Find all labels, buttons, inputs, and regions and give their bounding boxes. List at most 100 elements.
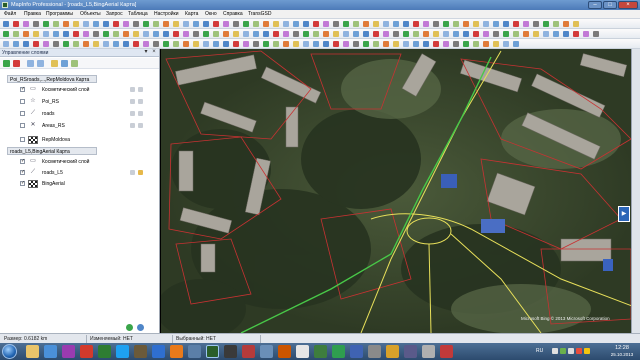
toolbar-tool-icon[interactable] [93,31,99,37]
help-icon[interactable] [137,324,144,331]
menu-edit[interactable]: Правка [24,11,41,17]
toolbar-tool-icon[interactable] [503,31,509,37]
toolbar-tool-icon[interactable] [563,21,569,27]
toolbar-tool-icon[interactable] [373,31,379,37]
editable-icon[interactable] [130,111,135,116]
toolbar-tool-icon[interactable] [333,41,339,47]
editable-icon[interactable] [130,123,135,128]
layer-row[interactable]: ⟋ roads_L5 [18,168,158,178]
toolbar-tool-icon[interactable] [83,41,89,47]
refresh-icon[interactable] [126,324,133,331]
layer-row[interactable]: ▭ Косметический слой [18,157,158,167]
toolbar-tool-icon[interactable] [513,21,519,27]
toolbar-tool-icon[interactable] [383,31,389,37]
toolbar-tool-icon[interactable] [123,21,129,27]
maximize-button[interactable]: □ [603,1,617,9]
toolbar-tool-icon[interactable] [383,41,389,47]
mapinfo-taskbar-icon[interactable] [206,345,219,358]
layer-row[interactable]: RepMoldova [18,135,158,145]
toolbar-tool-icon[interactable] [13,21,19,27]
toolbar-tool-icon[interactable] [33,31,39,37]
editable-icon[interactable] [130,87,135,92]
app-icon[interactable] [440,345,453,358]
toolbar-tool-icon[interactable] [393,21,399,27]
toolbar-tool-icon[interactable] [233,31,239,37]
toolbar-tool-icon[interactable] [193,31,199,37]
clock-date[interactable]: 25.10.2013 [606,352,638,357]
toolbar-tool-icon[interactable] [123,41,129,47]
tray-arrow-icon[interactable] [552,348,558,354]
toolbar-tool-icon[interactable] [353,21,359,27]
toolbar-tool-icon[interactable] [93,41,99,47]
menu-table[interactable]: Таблица [128,11,148,17]
toolbar-tool-icon[interactable] [493,31,499,37]
layer-visibility-checkbox[interactable] [20,123,25,128]
toolbar-tool-icon[interactable] [143,21,149,27]
toolbar-tool-icon[interactable] [133,41,139,47]
torrent-icon[interactable] [296,345,309,358]
media-icon[interactable] [62,345,75,358]
toolbar-tool-icon[interactable] [313,21,319,27]
editable-icon[interactable] [130,170,135,175]
toolbar-tool-icon[interactable] [53,31,59,37]
layer-visibility-checkbox[interactable] [20,99,25,104]
toolbar-tool-icon[interactable] [483,41,489,47]
toolbar-tool-icon[interactable] [303,41,309,47]
minimize-button[interactable]: – [588,1,602,9]
toolbar-tool-icon[interactable] [443,41,449,47]
toolbar-tool-icon[interactable] [403,41,409,47]
toolbar-tool-icon[interactable] [163,31,169,37]
toolbar-tool-icon[interactable] [173,31,179,37]
toolbar-tool-icon[interactable] [293,41,299,47]
toolbar-tool-icon[interactable] [273,21,279,27]
toolbar-tool-icon[interactable] [53,21,59,27]
toolbar-tool-icon[interactable] [313,31,319,37]
toolbar-tool-icon[interactable] [403,31,409,37]
toolbar-tool-icon[interactable] [323,41,329,47]
toolbar-tool-icon[interactable] [443,21,449,27]
layer-options-icon[interactable] [71,60,78,67]
flag-icon[interactable] [584,348,590,354]
toolbar-tool-icon[interactable] [533,31,539,37]
toolbar-tool-icon[interactable] [193,41,199,47]
toolbar-tool-icon[interactable] [53,41,59,47]
toolbar-tool-icon[interactable] [373,41,379,47]
toolbar-tool-icon[interactable] [103,21,109,27]
toolbar-tool-icon[interactable] [113,21,119,27]
word-icon[interactable] [152,345,165,358]
menu-transgsd[interactable]: TransGSD [248,11,271,17]
antivirus-icon[interactable] [576,348,582,354]
toolbar-tool-icon[interactable] [363,31,369,37]
editable-icon[interactable] [130,99,135,104]
close-button[interactable]: × [618,1,638,9]
toolbar-tool-icon[interactable] [23,41,29,47]
toolbar-tool-icon[interactable] [63,21,69,27]
toolbar-tool-icon[interactable] [433,31,439,37]
pin-icon[interactable]: ▾ [143,49,149,56]
toolbar-tool-icon[interactable] [203,31,209,37]
skype-icon[interactable] [116,345,129,358]
layer-visibility-checkbox[interactable] [20,169,25,175]
toolbar-tool-icon[interactable] [513,41,519,47]
toolbar-tool-icon[interactable] [233,21,239,27]
toolbar-tool-icon[interactable] [143,31,149,37]
toolbar-tool-icon[interactable] [113,41,119,47]
toolbar-tool-icon[interactable] [333,31,339,37]
toolbar-tool-icon[interactable] [253,21,259,27]
toolbar-tool-icon[interactable] [213,31,219,37]
toolbar-tool-icon[interactable] [403,21,409,27]
toolbar-tool-icon[interactable] [223,41,229,47]
toolbar-tool-icon[interactable] [543,31,549,37]
toolbar-tool-icon[interactable] [83,31,89,37]
toolbar-tool-icon[interactable] [563,31,569,37]
app-icon[interactable] [134,345,147,358]
selectable-icon[interactable] [138,170,143,175]
toolbar-tool-icon[interactable] [273,31,279,37]
layer-visibility-checkbox[interactable] [20,111,25,116]
toolbar-tool-icon[interactable] [433,21,439,27]
menu-file[interactable]: Файл [4,11,16,17]
map-node-2[interactable]: roads_L5,BingAerial Карта [7,147,97,155]
layer-row[interactable]: ⟋ roads [18,109,158,119]
toolbar-tool-icon[interactable] [123,31,129,37]
layer-row[interactable]: ▭ Косметический слой [18,85,158,95]
